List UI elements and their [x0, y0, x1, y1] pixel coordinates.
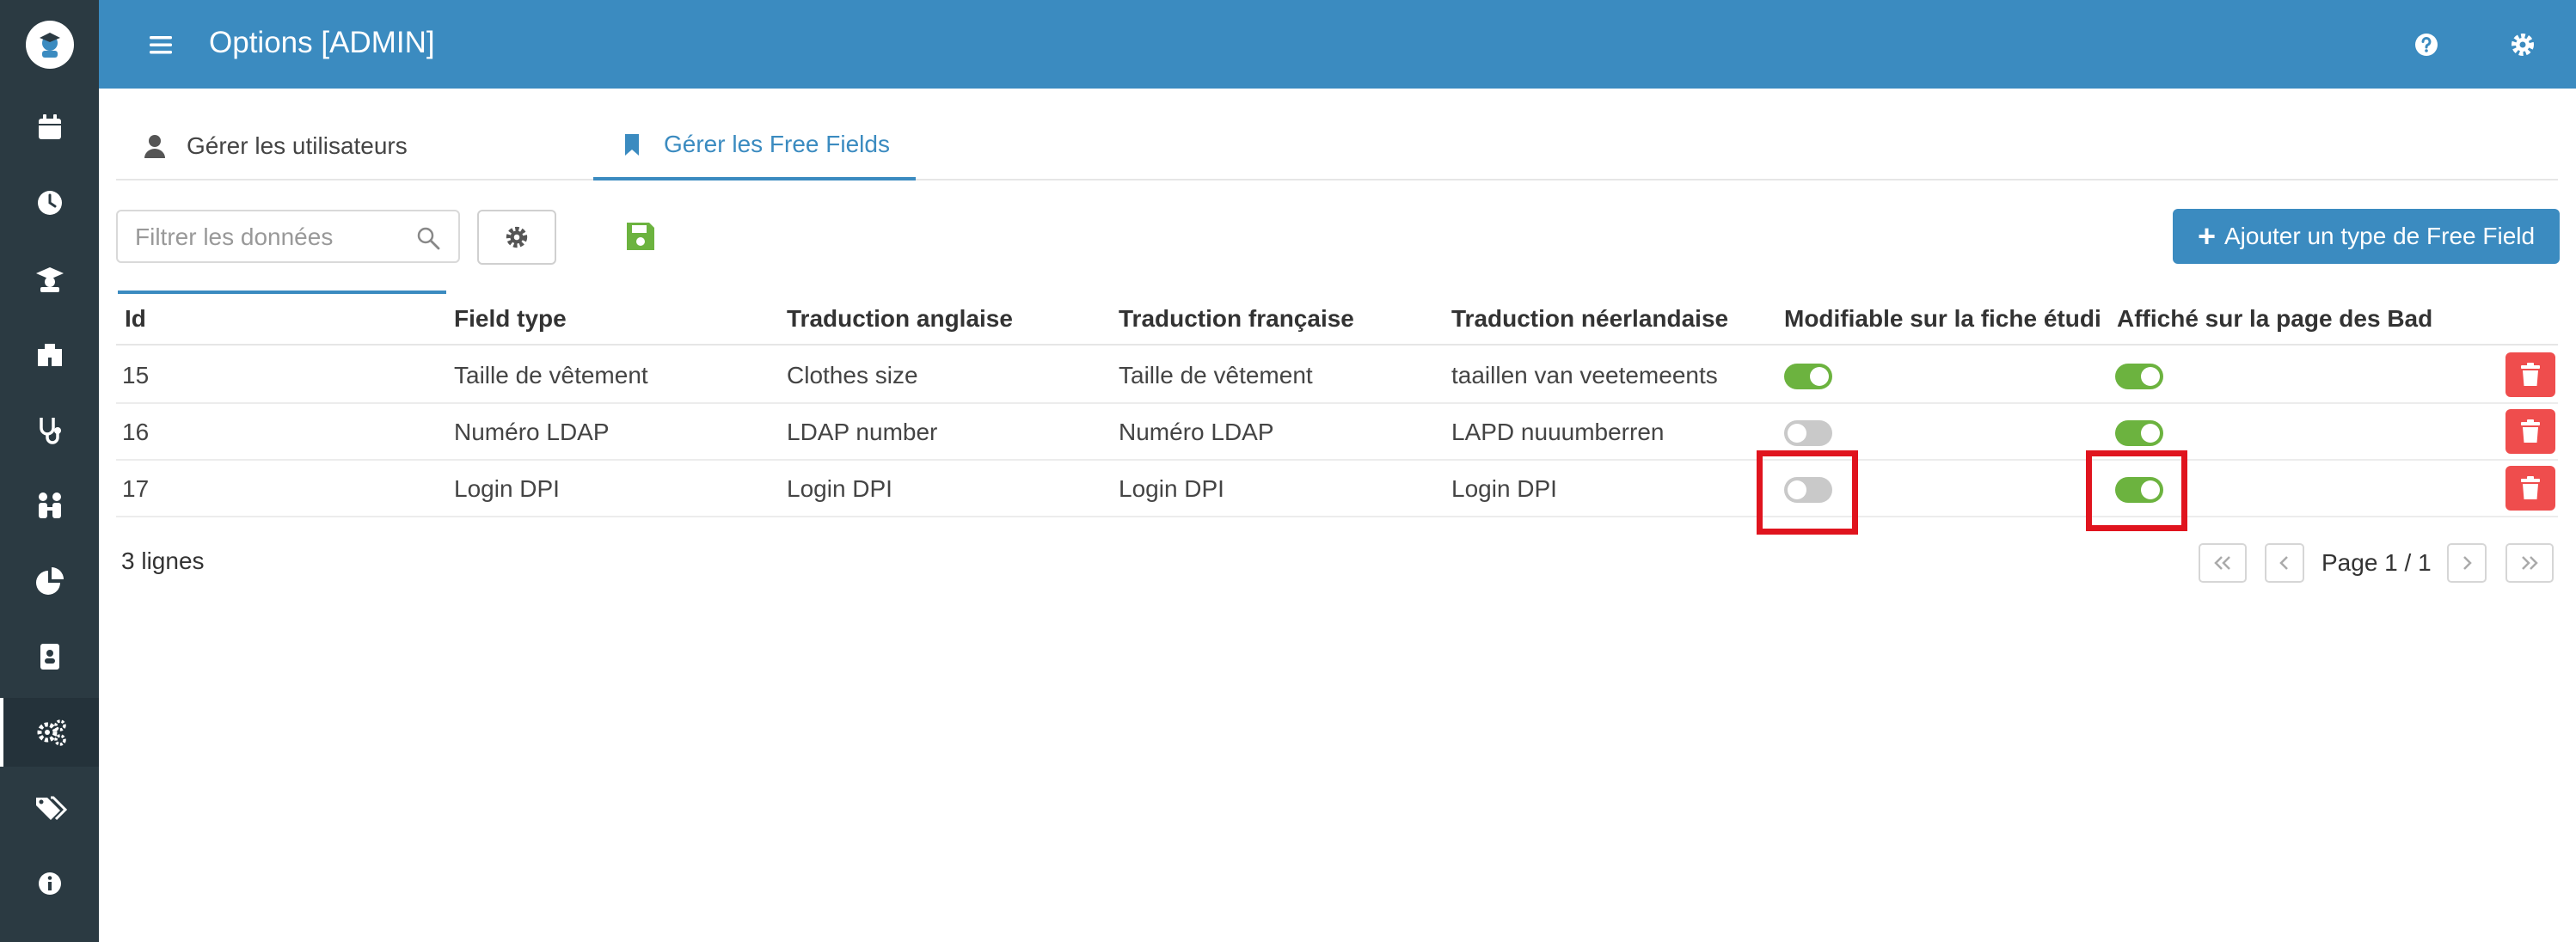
- gears-icon: [37, 719, 66, 746]
- cell-english: Login DPI: [787, 475, 892, 502]
- filter-field[interactable]: [116, 210, 460, 263]
- column-header-editable[interactable]: Modifiable sur la fiche étudi…: [1784, 292, 2102, 346]
- cell-field-type: Taille de vêtement: [454, 362, 648, 388]
- sidebar-item-calendar[interactable]: [0, 93, 99, 162]
- save-button[interactable]: [619, 215, 662, 258]
- table-header: Id Field type Traduction anglaise Traduc…: [116, 292, 2558, 346]
- cell-dutch: taaillen van veetemeents: [1451, 362, 1718, 388]
- contact-book-icon: [40, 644, 59, 670]
- tab-manage-users[interactable]: Gérer les utilisateurs: [142, 112, 408, 180]
- delete-button[interactable]: [2505, 409, 2555, 454]
- highlight-box: [1757, 450, 1858, 535]
- gear-icon: [506, 226, 528, 248]
- tab-bar: Gérer les utilisateurs Gérer les Free Fi…: [116, 112, 2558, 180]
- sidebar-item-tags[interactable]: [0, 774, 99, 842]
- previous-page-button[interactable]: [2265, 543, 2304, 583]
- add-free-field-type-button[interactable]: + Ajouter un type de Free Field: [2173, 209, 2560, 264]
- cell-dutch: LAPD nuuumberren: [1451, 419, 1665, 445]
- trash-icon: [2521, 419, 2540, 443]
- column-header-field-type[interactable]: Field type: [454, 292, 772, 346]
- sidebar-item-contacts[interactable]: [0, 622, 99, 691]
- cell-english: Clothes size: [787, 362, 918, 388]
- chevron-right-icon: [2463, 556, 2472, 570]
- stethoscope-icon: [39, 418, 61, 444]
- sidebar-item-medical[interactable]: [0, 395, 99, 464]
- cell-field-type: Numéro LDAP: [454, 419, 610, 445]
- info-icon: [38, 872, 61, 895]
- app-logo[interactable]: [0, 0, 99, 89]
- editable-toggle[interactable]: [1784, 420, 1832, 446]
- cell-french: Login DPI: [1119, 475, 1224, 502]
- table-row: 15 Taille de vêtement Clothes size Taill…: [116, 347, 2558, 404]
- gear-icon: [2512, 34, 2534, 56]
- delete-button[interactable]: [2505, 466, 2555, 511]
- graduation-cap-icon: [35, 267, 64, 292]
- add-button-label: Ajouter un type de Free Field: [2223, 223, 2536, 249]
- cell-id: 15: [122, 362, 150, 388]
- user-icon: [142, 133, 168, 159]
- cell-id: 17: [122, 475, 150, 502]
- page-title: Options [ADMIN]: [209, 26, 435, 59]
- tab-label: Gérer les utilisateurs: [187, 132, 408, 159]
- cell-french: Taille de vêtement: [1119, 362, 1313, 388]
- plus-icon: +: [2197, 218, 2216, 254]
- cell-id: 16: [122, 419, 150, 445]
- table-row: 16 Numéro LDAP LDAP number Numéro LDAP L…: [116, 404, 2558, 461]
- column-header-dutch[interactable]: Traduction néerlandaise: [1451, 292, 1769, 346]
- column-header-french[interactable]: Traduction française: [1119, 292, 1437, 346]
- question-circle-icon: [2415, 34, 2438, 56]
- column-settings-button[interactable]: [477, 210, 556, 265]
- clock-icon: [37, 191, 62, 215]
- sidebar-item-students[interactable]: [0, 244, 99, 313]
- table-row: 17 Login DPI Login DPI Login DPI Login D…: [116, 461, 2558, 517]
- shown-toggle[interactable]: [2115, 364, 2163, 389]
- tab-manage-free-fields[interactable]: Gérer les Free Fields: [593, 112, 916, 180]
- pie-chart-icon: [35, 567, 64, 595]
- highlight-box: [2086, 450, 2187, 531]
- cell-english: LDAP number: [787, 419, 938, 445]
- cell-field-type: Login DPI: [454, 475, 560, 502]
- tab-label: Gérer les Free Fields: [664, 131, 890, 157]
- page-indicator: Page 1 / 1: [2321, 549, 2432, 576]
- sidebar-item-options[interactable]: [0, 698, 99, 767]
- sidebar-item-groups[interactable]: [0, 471, 99, 540]
- menu-toggle-button[interactable]: [142, 26, 180, 64]
- chevron-left-icon: [2279, 556, 2288, 570]
- first-page-button[interactable]: [2199, 543, 2247, 583]
- settings-button[interactable]: [2504, 26, 2542, 64]
- next-page-button[interactable]: [2447, 543, 2487, 583]
- trash-icon: [2521, 363, 2540, 386]
- bookmark-icon: [619, 132, 645, 157]
- double-chevron-left-icon: [2214, 556, 2230, 570]
- editable-toggle[interactable]: [1784, 364, 1832, 389]
- double-chevron-right-icon: [2522, 556, 2538, 570]
- cell-french: Numéro LDAP: [1119, 419, 1274, 445]
- row-count: 3 lignes: [121, 547, 205, 574]
- last-page-button[interactable]: [2505, 543, 2554, 583]
- column-header-shown[interactable]: Affiché sur la page des Bad…: [2117, 292, 2435, 346]
- logo-icon: [25, 20, 74, 69]
- calendar-icon: [38, 114, 61, 139]
- trash-icon: [2521, 476, 2540, 499]
- tags-icon: [35, 796, 67, 821]
- sidebar-item-statistics[interactable]: [0, 547, 99, 615]
- search-icon: [417, 227, 440, 250]
- hamburger-icon: [150, 36, 172, 54]
- sidebar-item-institutions[interactable]: [0, 320, 99, 388]
- sidebar: [0, 0, 99, 942]
- delete-button[interactable]: [2505, 352, 2555, 397]
- people-icon: [38, 492, 61, 518]
- sidebar-item-history[interactable]: [0, 168, 99, 237]
- column-header-id[interactable]: Id: [125, 292, 451, 346]
- top-bar: Options [ADMIN]: [99, 0, 2576, 89]
- filter-input[interactable]: [135, 218, 410, 256]
- sidebar-item-about[interactable]: [0, 849, 99, 918]
- cell-dutch: Login DPI: [1451, 475, 1557, 502]
- building-icon: [37, 344, 62, 366]
- help-button[interactable]: [2407, 26, 2445, 64]
- column-header-english[interactable]: Traduction anglaise: [787, 292, 1105, 346]
- save-icon: [627, 223, 654, 250]
- shown-toggle[interactable]: [2115, 420, 2163, 446]
